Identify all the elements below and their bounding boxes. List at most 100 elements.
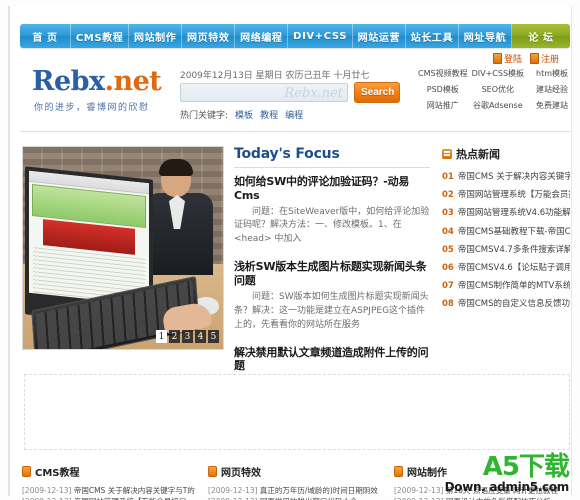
nav-item-forum[interactable]: 论 坛 xyxy=(512,24,570,48)
slide-page-4[interactable]: 4 xyxy=(195,330,206,343)
list-item[interactable]: [2009-12-13] 帝国CMS 关于解决内容关键字与T的 xyxy=(22,485,198,496)
focus-article: 如何给SW中的评论加验证码？-动易Cms 问题：在SiteWeaver版中，如何… xyxy=(234,175,430,247)
main-navigation[interactable]: 首 页 CMS教程 网站制作 网页特效 网络编程 DIV+CSS 网站运营 站长… xyxy=(20,24,570,48)
column-title[interactable]: CMS教程 xyxy=(35,464,80,479)
item-date: [2009-12-13] xyxy=(22,486,72,495)
list-item[interactable]: 05帝国CMSV4.7多条件搜索详解-帝国 xyxy=(442,241,570,259)
focus-article: 浅析SW版本生成图片标题实现新闻头条问题 问题：SW版本如何生成图片标题实现新闻… xyxy=(234,260,430,332)
page-root: 首 页 CMS教程 网站制作 网页特效 网络编程 DIV+CSS 网站运营 站长… xyxy=(0,0,580,500)
quick-link-5[interactable]: 建站经验 xyxy=(528,84,576,95)
focus-article-summary: 问题：SW版本如何生成图片标题实现新闻头条？解决：这一功能是建立在ASPJPEG… xyxy=(234,291,429,330)
nav-item-cms-tutorial[interactable]: CMS教程 xyxy=(71,24,130,48)
item-text: 真正的万年历/域龄的)时间日期阴效 xyxy=(259,486,378,495)
list-item[interactable]: [2009-12-13] 网页常用的弹出窗口代码大全 xyxy=(208,496,384,500)
hot-keywords-label: 热门关键字: xyxy=(180,111,229,121)
quick-link-1[interactable]: DIV+CSS模板 xyxy=(472,68,524,79)
logo-suffix: .net xyxy=(104,66,162,97)
list-item[interactable]: 03帝国网站管理系统V4.6功能解密之 xyxy=(442,204,570,222)
slide-page-1[interactable]: 1 xyxy=(156,330,167,343)
flame-icon xyxy=(442,149,452,159)
list-item[interactable]: 02 帝国网站管理系统【万能会员接 xyxy=(442,186,570,204)
item-date: [2009-12-13] xyxy=(208,486,258,495)
news-rank: 01 xyxy=(442,172,454,182)
focus-article-title[interactable]: 解决禁用默认文章频道造成附件上传的问题 xyxy=(234,346,430,374)
news-text: 帝国CMSV4.6【论坛贴子调用】-帝 xyxy=(457,262,570,273)
news-text: 帝国网站管理系统【万能会员接 xyxy=(457,190,570,201)
quick-link-6[interactable]: 网站推广 xyxy=(418,100,468,111)
column-title[interactable]: 网站制作 xyxy=(407,464,447,479)
quick-link-3[interactable]: PSD模板 xyxy=(418,84,468,95)
ad-placeholder[interactable] xyxy=(24,374,570,450)
search-row: Rebx.net Search xyxy=(180,82,400,103)
nav-label: 首 页 xyxy=(32,32,58,44)
nav-label: 网站运营 xyxy=(357,32,401,44)
nav-item-site-building[interactable]: 网站制作 xyxy=(129,24,183,48)
site-logo[interactable]: Rebx.net xyxy=(32,66,162,97)
hot-news-panel: 热点新闻 01 帝国CMS 关于解决内容关键字与 02 帝国网站管理系统【万能会员接… xyxy=(442,146,570,314)
focus-article-title[interactable]: 浅析SW版本生成图片标题实现新闻头条问题 xyxy=(234,260,430,288)
search-box[interactable]: Rebx.net xyxy=(180,83,348,102)
nav-item-site-operation[interactable]: 网站运营 xyxy=(353,24,406,48)
list-item[interactable]: 01 帝国CMS 关于解决内容关键字与 xyxy=(442,168,570,186)
featured-slideshow[interactable]: 1 2 3 4 5 xyxy=(22,146,224,350)
slide-page-2[interactable]: 2 xyxy=(169,330,180,343)
news-text: 帝国CMS 关于解决内容关键字与 xyxy=(457,172,570,182)
search-input[interactable] xyxy=(184,85,338,101)
hot-keyword-2[interactable]: 编程 xyxy=(285,108,303,121)
nav-label: 站长工具 xyxy=(410,32,454,44)
nav-label: DIV+CSS xyxy=(293,30,347,42)
search-button[interactable]: Search xyxy=(354,82,400,103)
news-text: 帝国CMS制作简单的MTV系统【自 xyxy=(457,281,570,292)
item-text: 帝国CMS 关于解决内容关键字与T的 xyxy=(73,486,195,495)
list-item[interactable]: 04帝国CMS基础教程下载-帝国Cms xyxy=(442,223,570,241)
nav-item-webmaster-tools[interactable]: 站长工具 xyxy=(406,24,459,48)
list-item[interactable]: 07帝国CMS制作简单的MTV系统【自 xyxy=(442,277,570,295)
date-display: 2009年12月13日 星期日 农历己丑年 十月廿七 xyxy=(180,71,370,81)
nav-item-network-programming[interactable]: 网络编程 xyxy=(235,24,289,48)
column-list: [2009-12-13] 第10天-点语应变量 网计更拉教程 [2009-12-… xyxy=(394,485,570,500)
quick-links-grid: CMS视频教程 DIV+CSS模板 htm模板 PSD模板 SEO优化 建站经验… xyxy=(418,68,576,111)
photo-person-hair xyxy=(159,159,193,176)
column-header: 网站制作 xyxy=(394,464,570,485)
nav-item-home[interactable]: 首 页 xyxy=(20,24,71,48)
column-header: CMS教程 xyxy=(22,464,198,485)
list-item[interactable]: [2009-12-13] 真正的万年历/域龄的)时间日期阴效 xyxy=(208,485,384,496)
nav-item-site-directory[interactable]: 网址导航 xyxy=(459,24,513,48)
quick-link-7[interactable]: 谷歌Adsense xyxy=(472,100,524,111)
list-item[interactable]: [2009-12-13] 帝国网站管理系统【万能会员接口 xyxy=(22,496,198,500)
column-header: 网页特效 xyxy=(208,464,384,485)
slideshow-pager[interactable]: 1 2 3 4 5 xyxy=(156,330,219,343)
column-list: [2009-12-13] 真正的万年历/域龄的)时间日期阴效 [2009-12-… xyxy=(208,485,384,500)
item-date: [2009-12-13] xyxy=(394,486,444,495)
hot-keyword-0[interactable]: 模板 xyxy=(235,108,253,121)
header-divider xyxy=(20,131,570,132)
quick-link-4[interactable]: SEO优化 xyxy=(472,84,524,95)
quick-link-8[interactable]: 免费建站 xyxy=(528,100,576,111)
hot-keyword-1[interactable]: 教程 xyxy=(260,108,278,121)
list-item[interactable]: [2009-12-13] 第10天-点语应变量 网计更拉教程 xyxy=(394,485,570,496)
news-rank: 06 xyxy=(442,262,454,273)
slide-page-5[interactable]: 5 xyxy=(208,330,219,343)
nav-item-div-css[interactable]: DIV+CSS xyxy=(288,24,353,48)
quick-link-2[interactable]: htm模板 xyxy=(528,68,576,79)
column-title[interactable]: 网页特效 xyxy=(221,464,261,479)
list-item[interactable]: 08帝国CMS的自定义信息反馈功能解 xyxy=(442,295,570,313)
nav-label: 网站制作 xyxy=(133,32,177,44)
nav-item-web-effects[interactable]: 网页特效 xyxy=(182,24,236,48)
news-text: 帝国网站管理系统V4.6功能解密之 xyxy=(457,208,570,219)
list-item[interactable]: [2009-12-13] 网页设计中的色彩搭配技巧分析 xyxy=(394,496,570,500)
list-item[interactable]: 06帝国CMSV4.6【论坛贴子调用】-帝 xyxy=(442,259,570,277)
focus-separator xyxy=(234,247,430,253)
focus-article-summary: 问题：在SiteWeaver版中，如何给评论加验证码呢？解决方法：一、修改模板。… xyxy=(234,206,430,245)
slide-page-3[interactable]: 3 xyxy=(182,330,193,343)
logo-main: Rebx xyxy=(32,66,105,97)
photo-person xyxy=(143,157,217,275)
hot-news-title: 热点新闻 xyxy=(456,148,500,161)
login-icon xyxy=(492,53,502,64)
focus-article-title[interactable]: 如何给SW中的评论加验证码？-动易Cms xyxy=(234,175,430,203)
hot-news-header: 热点新闻 xyxy=(442,146,570,168)
quick-link-0[interactable]: CMS视频教程 xyxy=(418,68,468,79)
site-tagline: 你的进步，睿博网的欣慰 xyxy=(34,103,150,113)
column-cms-tutorial: CMS教程 [2009-12-13] 帝国CMS 关于解决内容关键字与T的 [2… xyxy=(22,464,198,500)
news-text: 帝国CMS的自定义信息反馈功能解 xyxy=(457,299,570,310)
